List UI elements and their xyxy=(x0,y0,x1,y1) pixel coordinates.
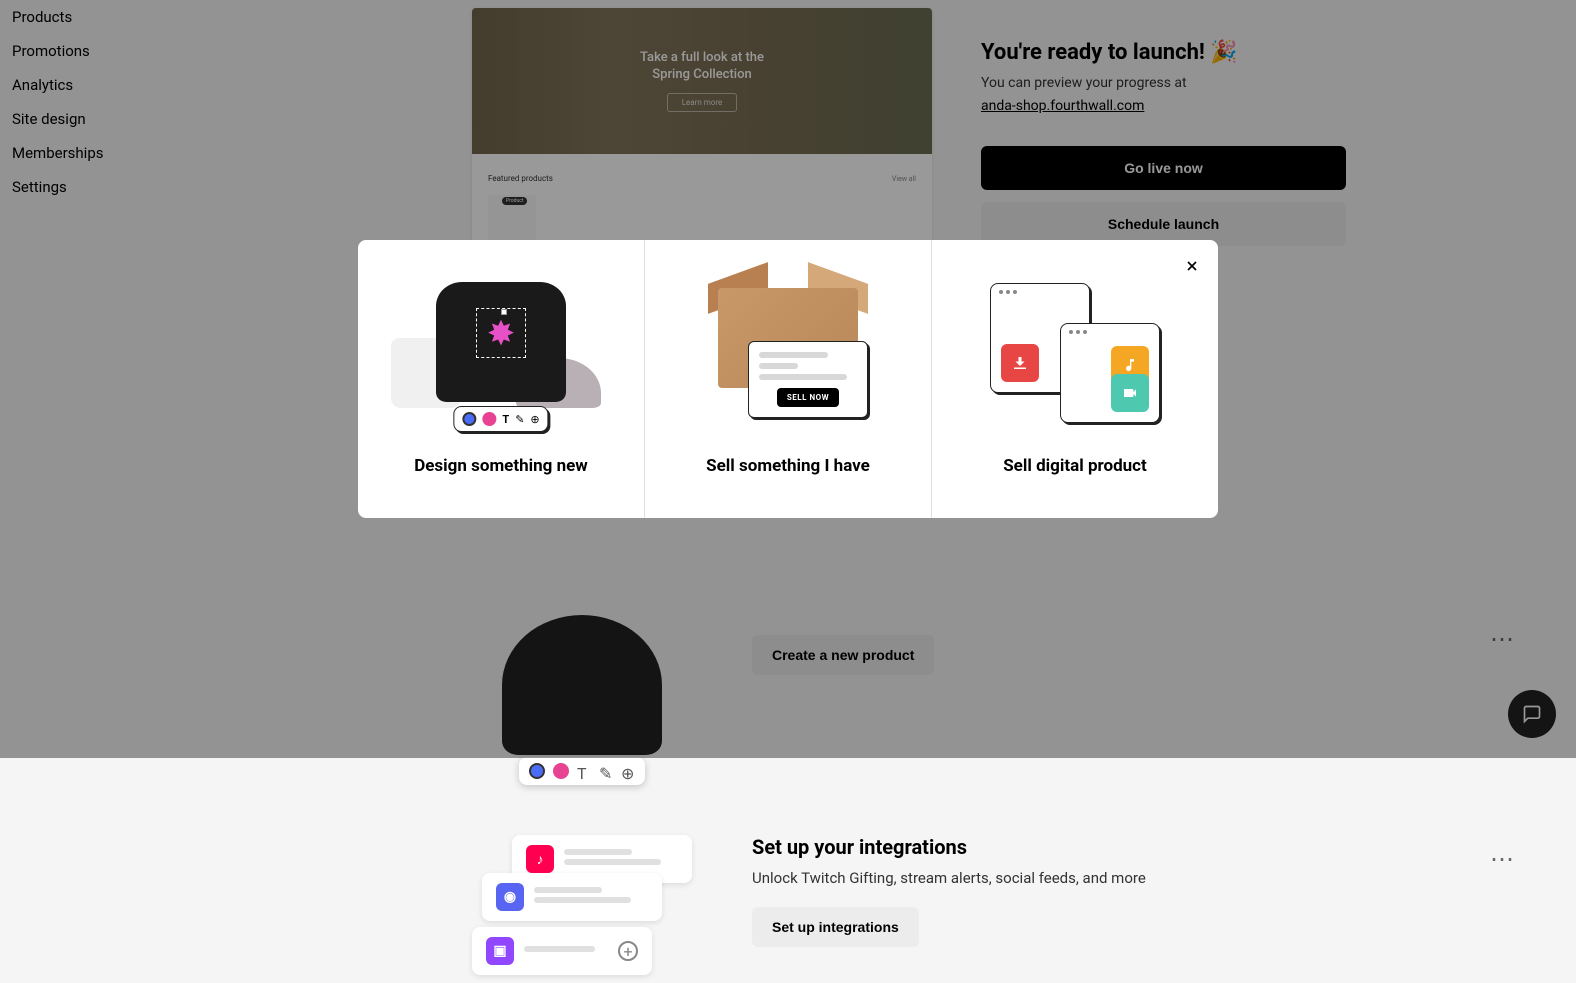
color-swatch-pink xyxy=(553,763,569,779)
option-title: Sell something I have xyxy=(665,456,911,476)
more-menu-icon[interactable]: ⋯ xyxy=(1490,845,1516,873)
close-button[interactable] xyxy=(1180,254,1204,278)
close-icon xyxy=(1184,258,1200,274)
design-illustration: ✸ T ✎ ⊕ xyxy=(391,278,611,428)
color-swatch-pink xyxy=(482,412,496,426)
pencil-icon: ✎ xyxy=(599,764,613,778)
integrations-subtitle: Unlock Twitch Gifting, stream alerts, so… xyxy=(752,869,1146,887)
star-icon: ✸ xyxy=(487,314,516,354)
digital-product-option[interactable]: Sell digital product xyxy=(932,240,1218,518)
tiktok-icon: ♪ xyxy=(526,845,554,873)
integrations-section: ♪ ◉ ▣ + Set up y xyxy=(472,835,1556,975)
add-icon: ⊕ xyxy=(530,413,539,426)
twitch-icon: ▣ xyxy=(486,937,514,965)
setup-integrations-button[interactable]: Set up integrations xyxy=(752,907,919,947)
integrations-title: Set up your integrations xyxy=(752,835,1146,859)
option-title: Sell digital product xyxy=(952,456,1198,476)
video-icon xyxy=(1111,374,1149,412)
product-type-modal: ✸ T ✎ ⊕ Design something new xyxy=(358,240,1218,518)
pencil-icon: ✎ xyxy=(515,413,524,426)
box-illustration: SELL NOW xyxy=(688,278,888,428)
text-tool-icon: T xyxy=(577,764,591,778)
sell-have-option[interactable]: SELL NOW Sell something I have xyxy=(645,240,932,518)
digital-illustration xyxy=(990,283,1160,423)
integrations-illustration: ♪ ◉ ▣ + xyxy=(472,835,692,975)
download-icon xyxy=(1001,344,1039,382)
add-icon: ⊕ xyxy=(621,764,635,778)
discord-icon: ◉ xyxy=(496,883,524,911)
design-new-option[interactable]: ✸ T ✎ ⊕ Design something new xyxy=(358,240,645,518)
plus-icon: + xyxy=(618,941,638,961)
modal-overlay[interactable]: ✸ T ✎ ⊕ Design something new xyxy=(0,0,1576,758)
sell-now-badge: SELL NOW xyxy=(777,388,839,407)
color-swatch-blue xyxy=(529,763,545,779)
option-title: Design something new xyxy=(378,456,624,476)
text-tool-icon: T xyxy=(502,413,509,426)
color-swatch-blue xyxy=(462,412,476,426)
